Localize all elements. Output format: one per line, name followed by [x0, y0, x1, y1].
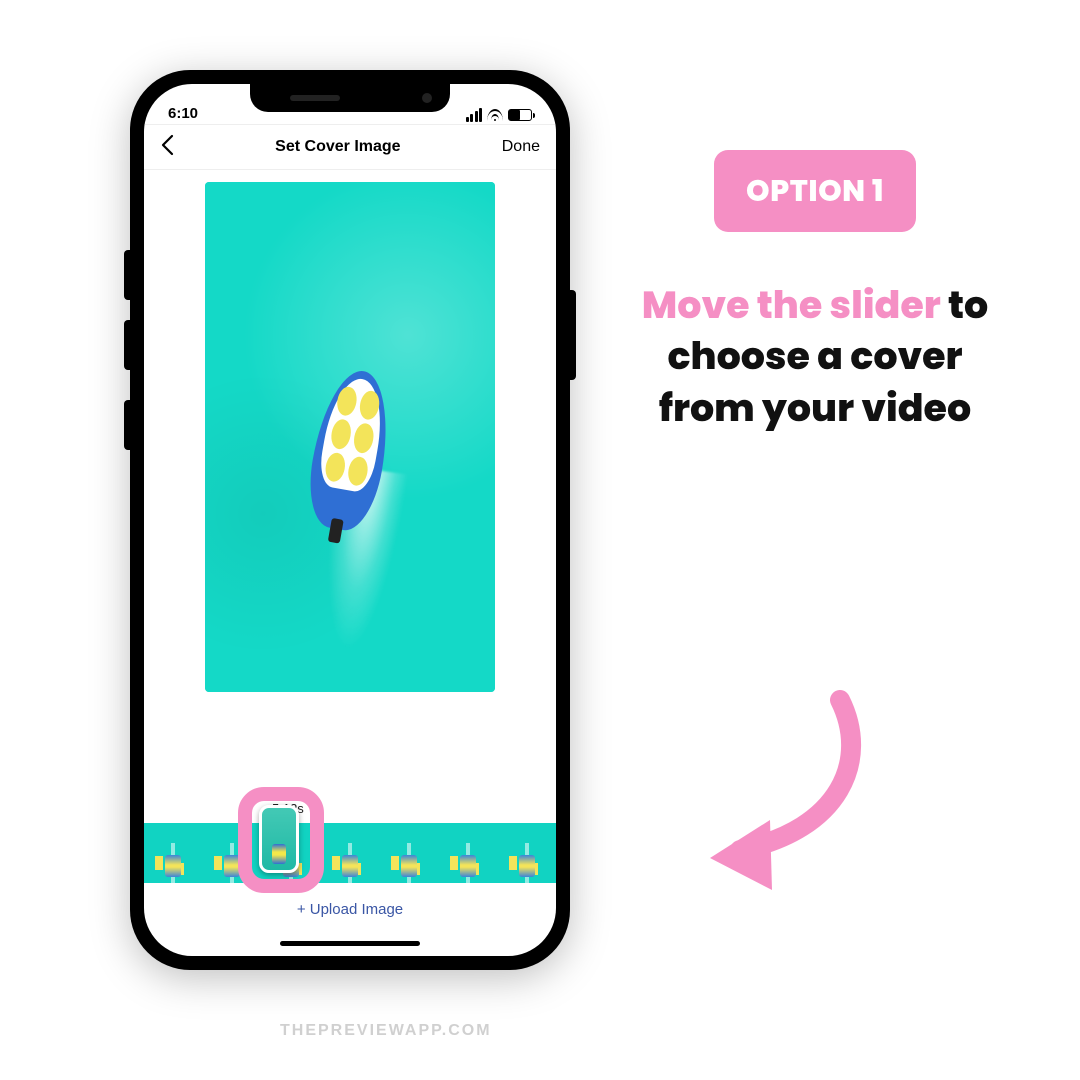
phone-screen: 6:10 Set Cover Image Done — [144, 84, 556, 956]
signal-icon — [466, 108, 483, 122]
back-icon[interactable] — [160, 134, 174, 160]
frame-timeline[interactable]: 5.12s — [144, 809, 556, 883]
page-title: Set Cover Image — [275, 138, 400, 156]
side-panel: OPTION 1 Move the slider to choose a cov… — [640, 150, 990, 434]
instruction-text: Move the slider to choose a cover from y… — [640, 280, 990, 434]
status-time: 6:10 — [168, 105, 198, 122]
done-button[interactable]: Done — [502, 138, 540, 156]
wifi-icon — [487, 109, 503, 121]
battery-icon — [508, 109, 532, 121]
option-badge: OPTION 1 — [714, 150, 916, 232]
cover-preview — [205, 182, 495, 692]
cover-preview-area — [144, 170, 556, 809]
upload-image-button[interactable]: + Upload Image — [297, 901, 403, 918]
nav-header: Set Cover Image Done — [144, 124, 556, 170]
phone-notch — [250, 84, 450, 112]
cover-slider-handle[interactable] — [259, 805, 299, 873]
home-indicator[interactable] — [280, 941, 420, 946]
watermark: THEPREVIEWAPP.COM — [280, 1022, 492, 1040]
phone-frame: 6:10 Set Cover Image Done — [130, 70, 570, 970]
arrow-icon — [660, 680, 890, 900]
instruction-highlight: Move the slider — [642, 279, 941, 332]
